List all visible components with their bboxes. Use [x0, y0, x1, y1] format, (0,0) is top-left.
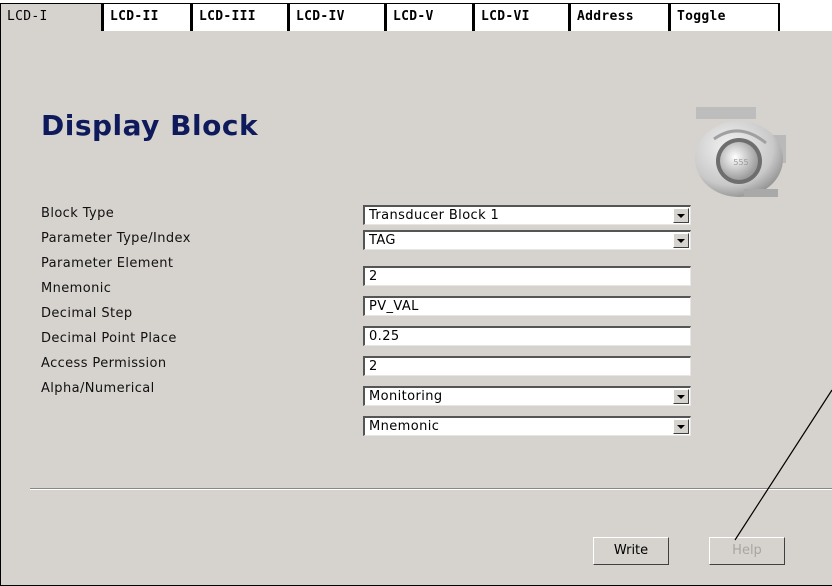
parameter-element-input[interactable]: 2 [363, 266, 691, 286]
mnemonic-label: Mnemonic [41, 281, 112, 296]
tab-lcd-ii[interactable]: LCD-II [103, 3, 192, 31]
chevron-down-icon[interactable] [673, 419, 689, 434]
block-type-value: Transducer Block 1 [369, 208, 500, 223]
decimal-point-place-input[interactable]: 2 [363, 356, 691, 376]
tab-lcd-iv[interactable]: LCD-IV [289, 3, 386, 31]
tab-lcd-v[interactable]: LCD-V [386, 3, 474, 31]
chevron-down-icon[interactable] [673, 208, 689, 223]
write-button[interactable]: Write [593, 537, 669, 565]
chevron-down-icon[interactable] [673, 233, 689, 248]
tab-lcd-iii[interactable]: LCD-III [192, 3, 289, 31]
lcd-i-panel: Display Block 555 Block Type Parameter T… [0, 31, 832, 586]
access-permission-select[interactable]: Monitoring [363, 386, 691, 406]
block-type-label: Block Type [41, 206, 115, 221]
decimal-step-input[interactable]: 0.25 [363, 326, 691, 346]
parameter-type-select[interactable]: TAG [363, 230, 691, 250]
tab-bar: LCD-I LCD-II LCD-III LCD-IV LCD-V LCD-VI… [0, 0, 832, 35]
parameter-type-label: Parameter Type/Index [41, 231, 191, 246]
transmitter-device-image: 555 [695, 107, 786, 197]
alpha-numerical-select[interactable]: Mnemonic [363, 416, 691, 436]
tab-toggle[interactable]: Toggle [670, 3, 780, 31]
divider-highlight [30, 489, 832, 490]
alpha-numerical-label: Alpha/Numerical [41, 381, 155, 396]
tab-address[interactable]: Address [570, 3, 670, 31]
tab-lcd-vi[interactable]: LCD-VI [474, 3, 570, 31]
access-permission-label: Access Permission [41, 356, 167, 371]
device-display-text: 555 [733, 158, 748, 167]
chevron-down-icon[interactable] [673, 389, 689, 404]
alpha-numerical-value: Mnemonic [369, 419, 440, 434]
parameter-type-value: TAG [369, 233, 396, 248]
decimal-point-place-label: Decimal Point Place [41, 331, 177, 346]
decimal-step-label: Decimal Step [41, 306, 133, 321]
mnemonic-input[interactable]: PV_VAL [363, 296, 691, 316]
page-title: Display Block [41, 109, 259, 142]
parameter-element-label: Parameter Element [41, 256, 174, 271]
block-type-select[interactable]: Transducer Block 1 [363, 205, 691, 225]
help-button[interactable]: Help [709, 537, 785, 565]
access-permission-value: Monitoring [369, 389, 443, 404]
